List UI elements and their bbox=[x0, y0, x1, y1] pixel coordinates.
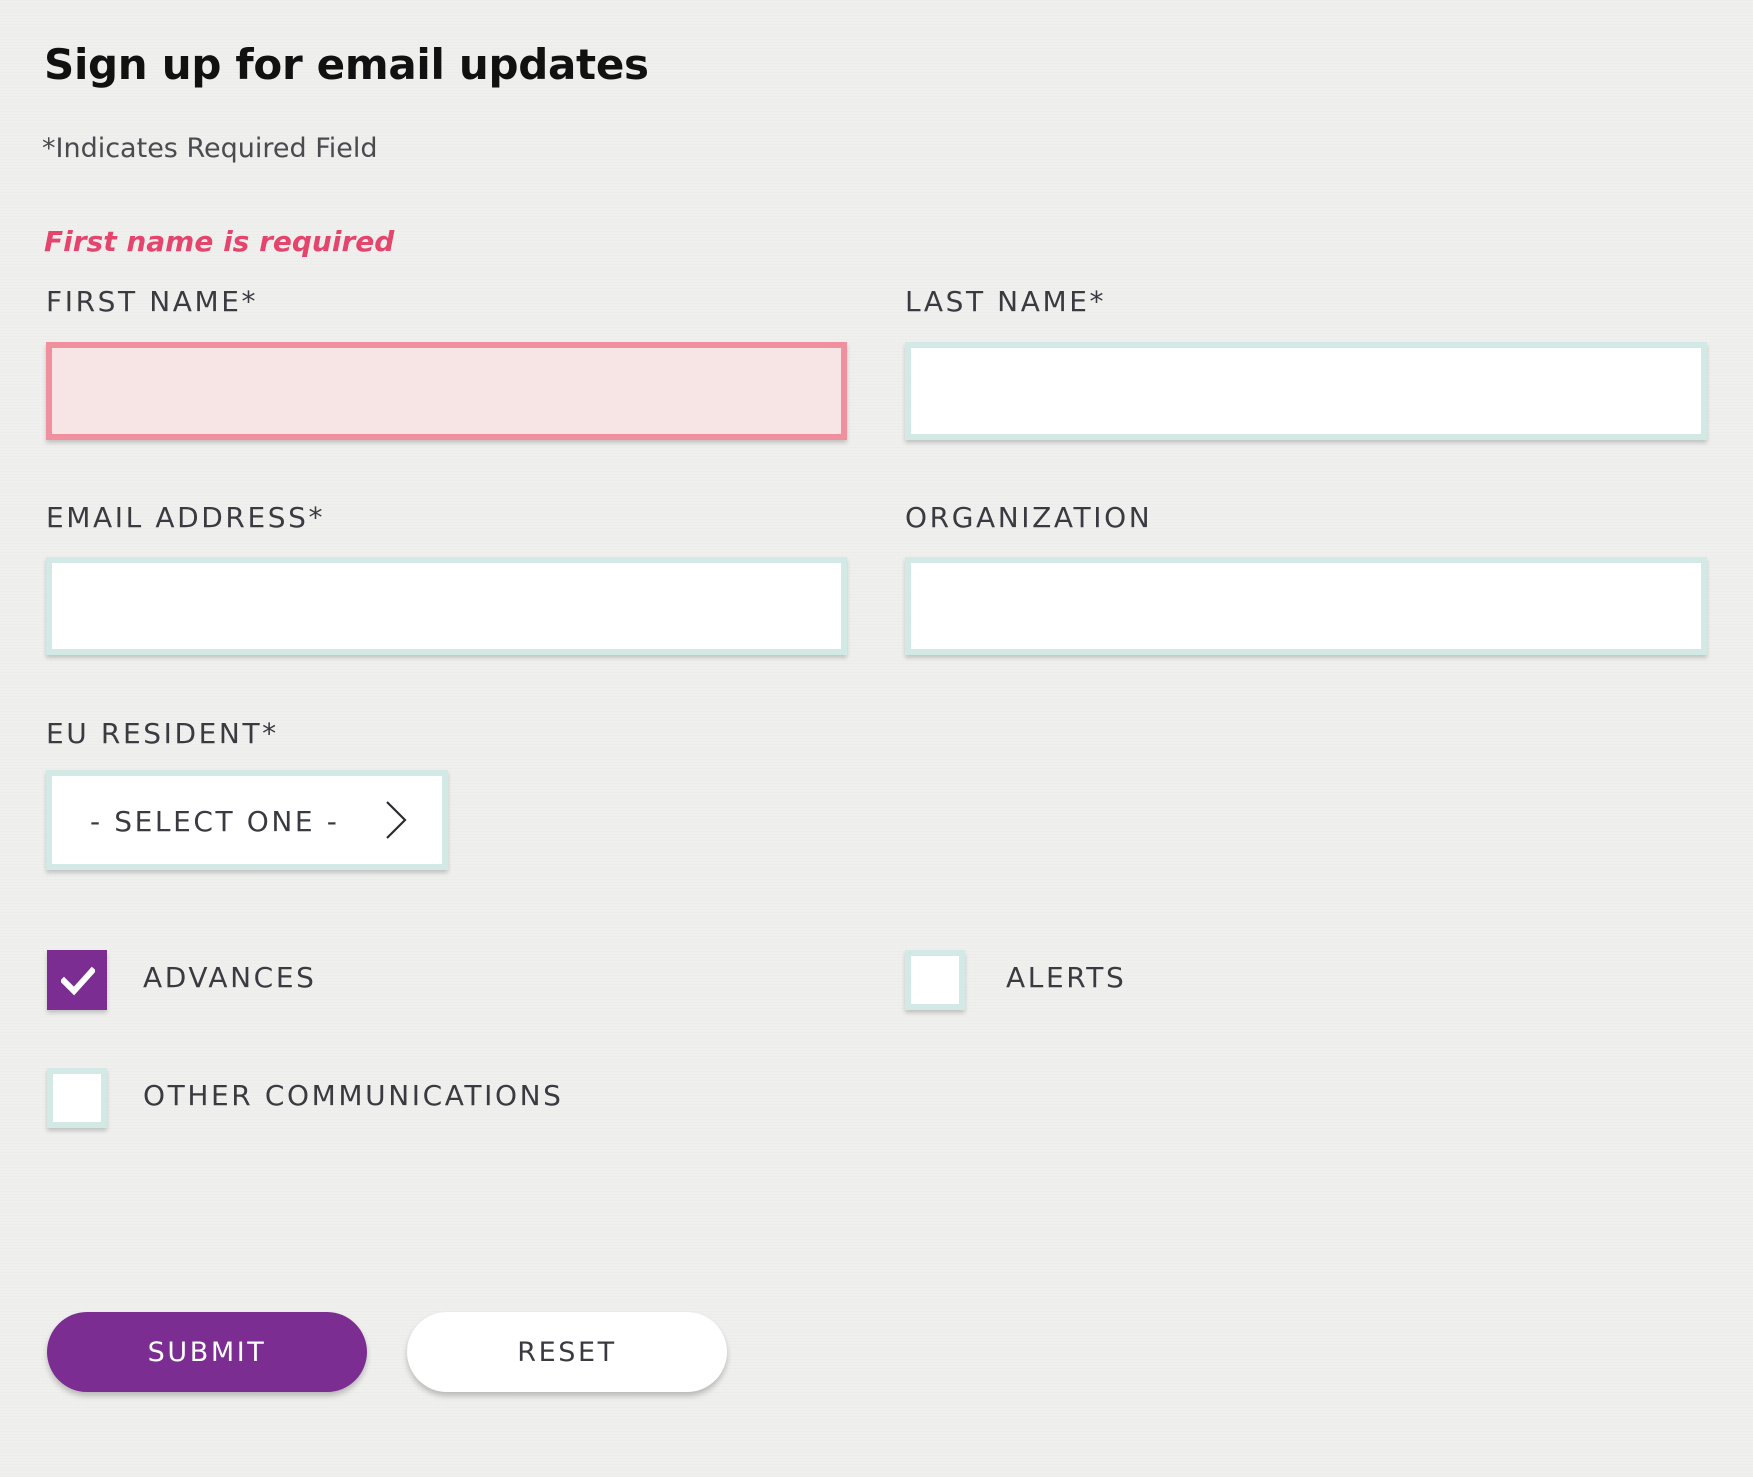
alerts-label: ALERTS bbox=[1006, 961, 1127, 994]
other-communications-checkbox[interactable] bbox=[47, 1068, 107, 1128]
form-title: Sign up for email updates bbox=[44, 40, 649, 89]
reset-button[interactable]: RESET bbox=[407, 1312, 727, 1392]
organization-input[interactable] bbox=[905, 557, 1707, 655]
first-name-label: FIRST NAME* bbox=[46, 285, 259, 318]
advances-checkbox[interactable] bbox=[47, 950, 107, 1010]
required-field-note: *Indicates Required Field bbox=[42, 133, 378, 164]
eu-resident-select[interactable]: - SELECT ONE - bbox=[46, 770, 448, 870]
organization-label: ORGANIZATION bbox=[905, 501, 1153, 534]
eu-resident-label: EU RESIDENT* bbox=[46, 717, 279, 750]
first-name-error-message: First name is required bbox=[44, 225, 395, 258]
last-name-input[interactable] bbox=[905, 342, 1707, 440]
first-name-input[interactable] bbox=[46, 342, 847, 440]
advances-label: ADVANCES bbox=[143, 961, 317, 994]
email-address-input[interactable] bbox=[46, 557, 847, 655]
check-icon bbox=[61, 966, 95, 996]
other-communications-label: OTHER COMMUNICATIONS bbox=[143, 1079, 564, 1112]
chevron-right-icon bbox=[386, 801, 407, 839]
submit-button[interactable]: SUBMIT bbox=[47, 1312, 367, 1392]
eu-resident-selected-value: - SELECT ONE - bbox=[90, 805, 340, 838]
last-name-label: LAST NAME* bbox=[905, 285, 1107, 318]
email-address-label: EMAIL ADDRESS* bbox=[46, 501, 326, 534]
alerts-checkbox[interactable] bbox=[905, 950, 965, 1010]
